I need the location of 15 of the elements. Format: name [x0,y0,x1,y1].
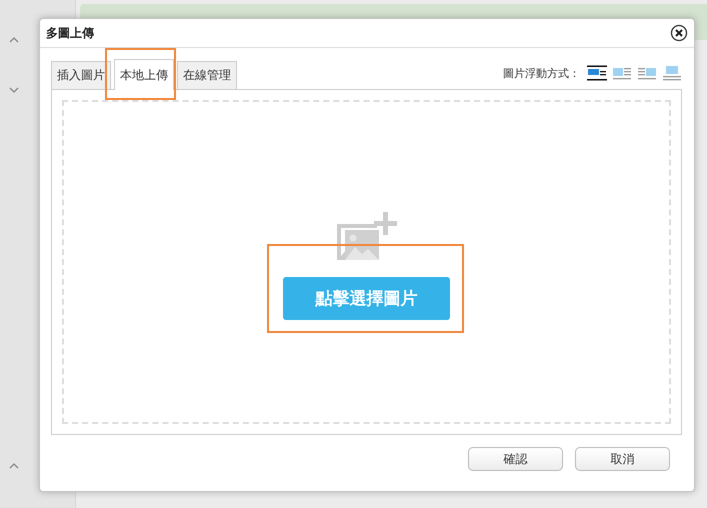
float-right-icon[interactable] [637,65,657,81]
tab[interactable]: 在線管理 [177,61,237,89]
float-center-icon[interactable] [662,65,682,81]
tab[interactable]: 插入圖片 [51,61,111,89]
dialog-button[interactable]: 取消 [575,447,670,471]
close-icon[interactable] [670,24,688,42]
chevron-up-icon[interactable] [8,36,20,44]
chevron-down-icon[interactable] [8,86,20,94]
float-none-icon[interactable] [587,65,607,81]
float-mode-label: 圖片浮動方式： [503,66,580,80]
float-left-icon[interactable] [612,65,632,81]
chevron-up-icon[interactable] [8,462,20,470]
dialog-button[interactable]: 確認 [468,447,563,471]
dialog-title: 多圖上傳 [46,24,94,42]
tab[interactable]: 本地上傳 [114,59,174,90]
